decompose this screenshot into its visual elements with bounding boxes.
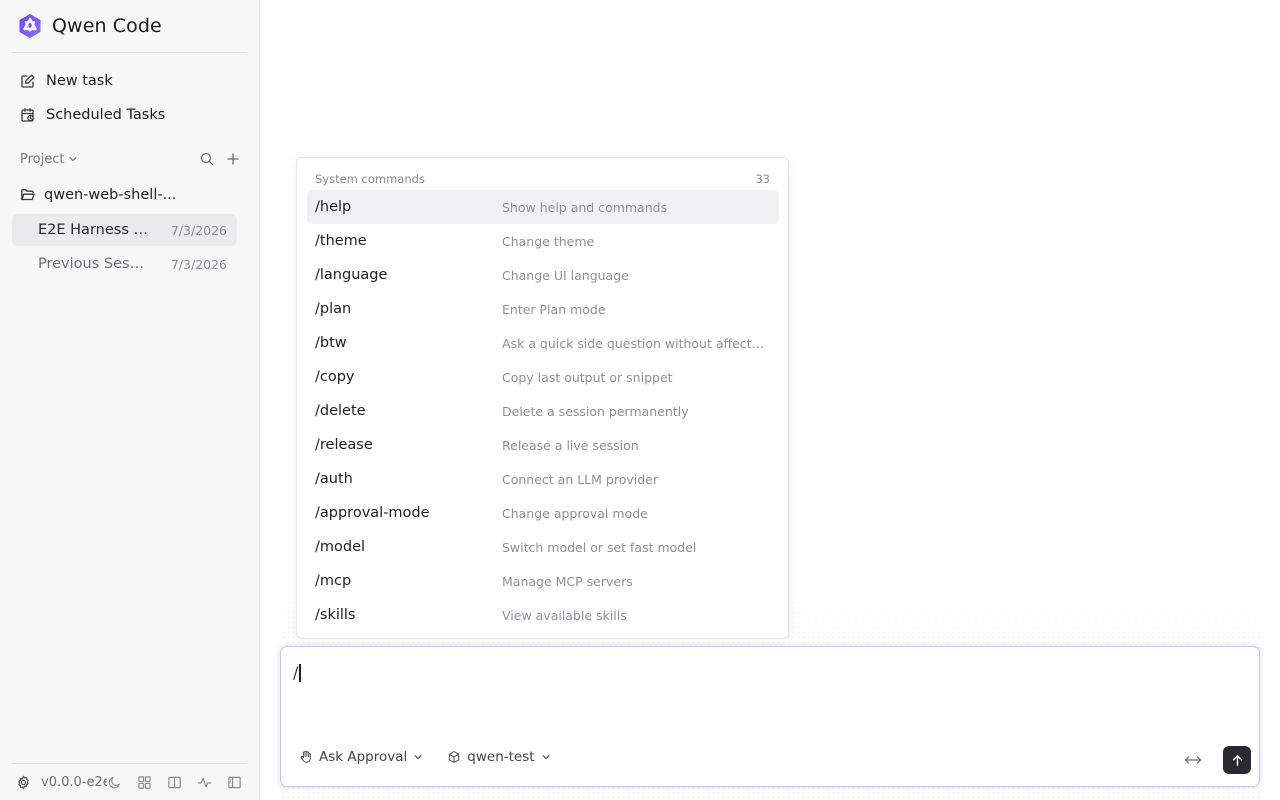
command-item-approval-mode[interactable]: /approval-mode Change approval mode [307,496,779,530]
brand[interactable]: Qwen Code [16,11,162,41]
command-item-copy[interactable]: /copy Copy last output or snippet [307,360,779,394]
plus-icon[interactable] [225,151,241,167]
session-date: 7/3/2026 [170,256,227,272]
command-description: Change UI language [502,267,629,283]
command-description: Change approval mode [502,505,648,521]
command-description: Switch model or set fast model [502,539,697,555]
scheduled-tasks-label: Scheduled Tasks [46,107,166,123]
model-label: qwen-test [467,749,535,765]
model-selector[interactable]: qwen-test [447,749,550,765]
new-task-button[interactable]: New task [12,66,247,96]
command-name: /release [315,437,373,453]
session-item[interactable]: Previous Session 7/3/2026 [12,248,237,280]
version-label: v0.0.0-e2e [41,774,107,790]
sidebar: Qwen Code New task Scheduled Tasks Proje… [0,0,260,800]
prompt-input[interactable]: / [293,663,301,682]
hand-icon [300,750,311,763]
prompt-input-value: / [293,663,299,682]
command-description: Connect an LLM provider [502,471,658,487]
folder-open-icon [21,189,35,201]
send-button[interactable] [1223,746,1251,774]
command-description: View available skills [502,607,627,623]
prompt-composer[interactable]: / Ask Approval qwen-test [280,646,1260,787]
command-description: Delete a session permanently [502,403,689,419]
composer-actions [1183,746,1251,774]
session-title: E2E Harness Session [38,222,150,238]
project-folder-name: qwen-web-shell-... [44,187,177,203]
command-item-model[interactable]: /model Switch model or set fast model [307,530,779,564]
session-title: Previous Session [38,256,150,272]
qwen-logo-icon [19,14,41,38]
cube-icon [449,751,460,763]
project-dropdown[interactable]: Project [12,152,78,167]
command-name: /theme [315,233,367,249]
command-description: Copy last output or snippet [502,369,673,385]
command-item-auth[interactable]: /auth Connect an LLM provider [307,462,779,496]
command-item-skills[interactable]: /skills View available skills [307,598,779,632]
project-folder[interactable]: qwen-web-shell-... [12,180,247,210]
composer-toolbar: Ask Approval qwen-test [299,749,551,765]
text-caret [299,663,301,682]
moon-icon[interactable] [107,775,122,790]
session-item[interactable]: E2E Harness Session 7/3/2026 [12,214,237,246]
footer-icons [107,775,242,790]
command-name: /approval-mode [315,505,430,521]
command-item-language[interactable]: /language Change UI language [307,258,779,292]
chevron-down-icon [69,156,78,162]
command-description: Release a live session [502,437,639,453]
command-description: Show help and commands [502,199,668,215]
search-icon[interactable] [199,151,215,167]
footer-divider [12,763,247,764]
command-name: /delete [315,403,366,419]
command-item-help[interactable]: /help Show help and commands [307,190,779,224]
command-item-delete[interactable]: /delete Delete a session permanently [307,394,779,428]
arrow-up-icon [1232,754,1242,766]
approval-mode-selector[interactable]: Ask Approval [299,749,423,765]
split-view-icon[interactable] [167,775,182,790]
edit-icon [21,74,35,88]
settings-gear-icon[interactable] [16,775,31,790]
grid-icon[interactable] [137,775,152,790]
session-date: 7/3/2026 [170,222,227,238]
command-item-plan[interactable]: /plan Enter Plan mode [307,292,779,326]
activity-icon[interactable] [197,775,212,790]
command-item-theme[interactable]: /theme Change theme [307,224,779,258]
command-name: /mcp [315,573,352,589]
command-name: /skills [315,607,356,623]
command-name: /language [315,267,388,283]
project-tools [199,151,247,167]
palette-section-title: System commands [315,172,425,186]
command-item-release[interactable]: /release Release a live session [307,428,779,462]
sidebar-footer: v0.0.0-e2e [16,772,246,792]
project-header: Project [12,148,247,170]
command-description: Ask a quick side question without affect… [502,335,766,351]
command-item-btw[interactable]: /btw Ask a quick side question without a… [307,326,779,360]
command-list: /help Show help and commands /theme Chan… [307,190,779,632]
expand-horizontal-icon[interactable] [1183,752,1203,768]
palette-header: System commands 33 [315,172,770,186]
command-palette: System commands 33 /help Show help and c… [296,157,789,639]
command-description: Change theme [502,233,595,249]
command-name: /btw [315,335,347,351]
calendar-clock-icon [21,108,34,122]
chevron-down-icon [541,754,550,760]
command-name: /auth [315,471,353,487]
app-title: Qwen Code [52,15,162,37]
approval-mode-label: Ask Approval [319,749,408,765]
command-item-mcp[interactable]: /mcp Manage MCP servers [307,564,779,598]
command-name: /plan [315,301,352,317]
command-description: Manage MCP servers [502,573,633,589]
command-name: /model [315,539,366,555]
new-task-label: New task [46,73,113,89]
divider [12,52,247,53]
sidebar-toggle-icon[interactable] [227,775,242,790]
chevron-down-icon [414,754,422,760]
command-name: /help [315,199,352,215]
command-name: /copy [315,369,355,385]
project-label: Project [20,151,65,167]
command-description: Enter Plan mode [502,301,606,317]
command-count: 33 [755,172,770,186]
scheduled-tasks-button[interactable]: Scheduled Tasks [12,100,247,130]
